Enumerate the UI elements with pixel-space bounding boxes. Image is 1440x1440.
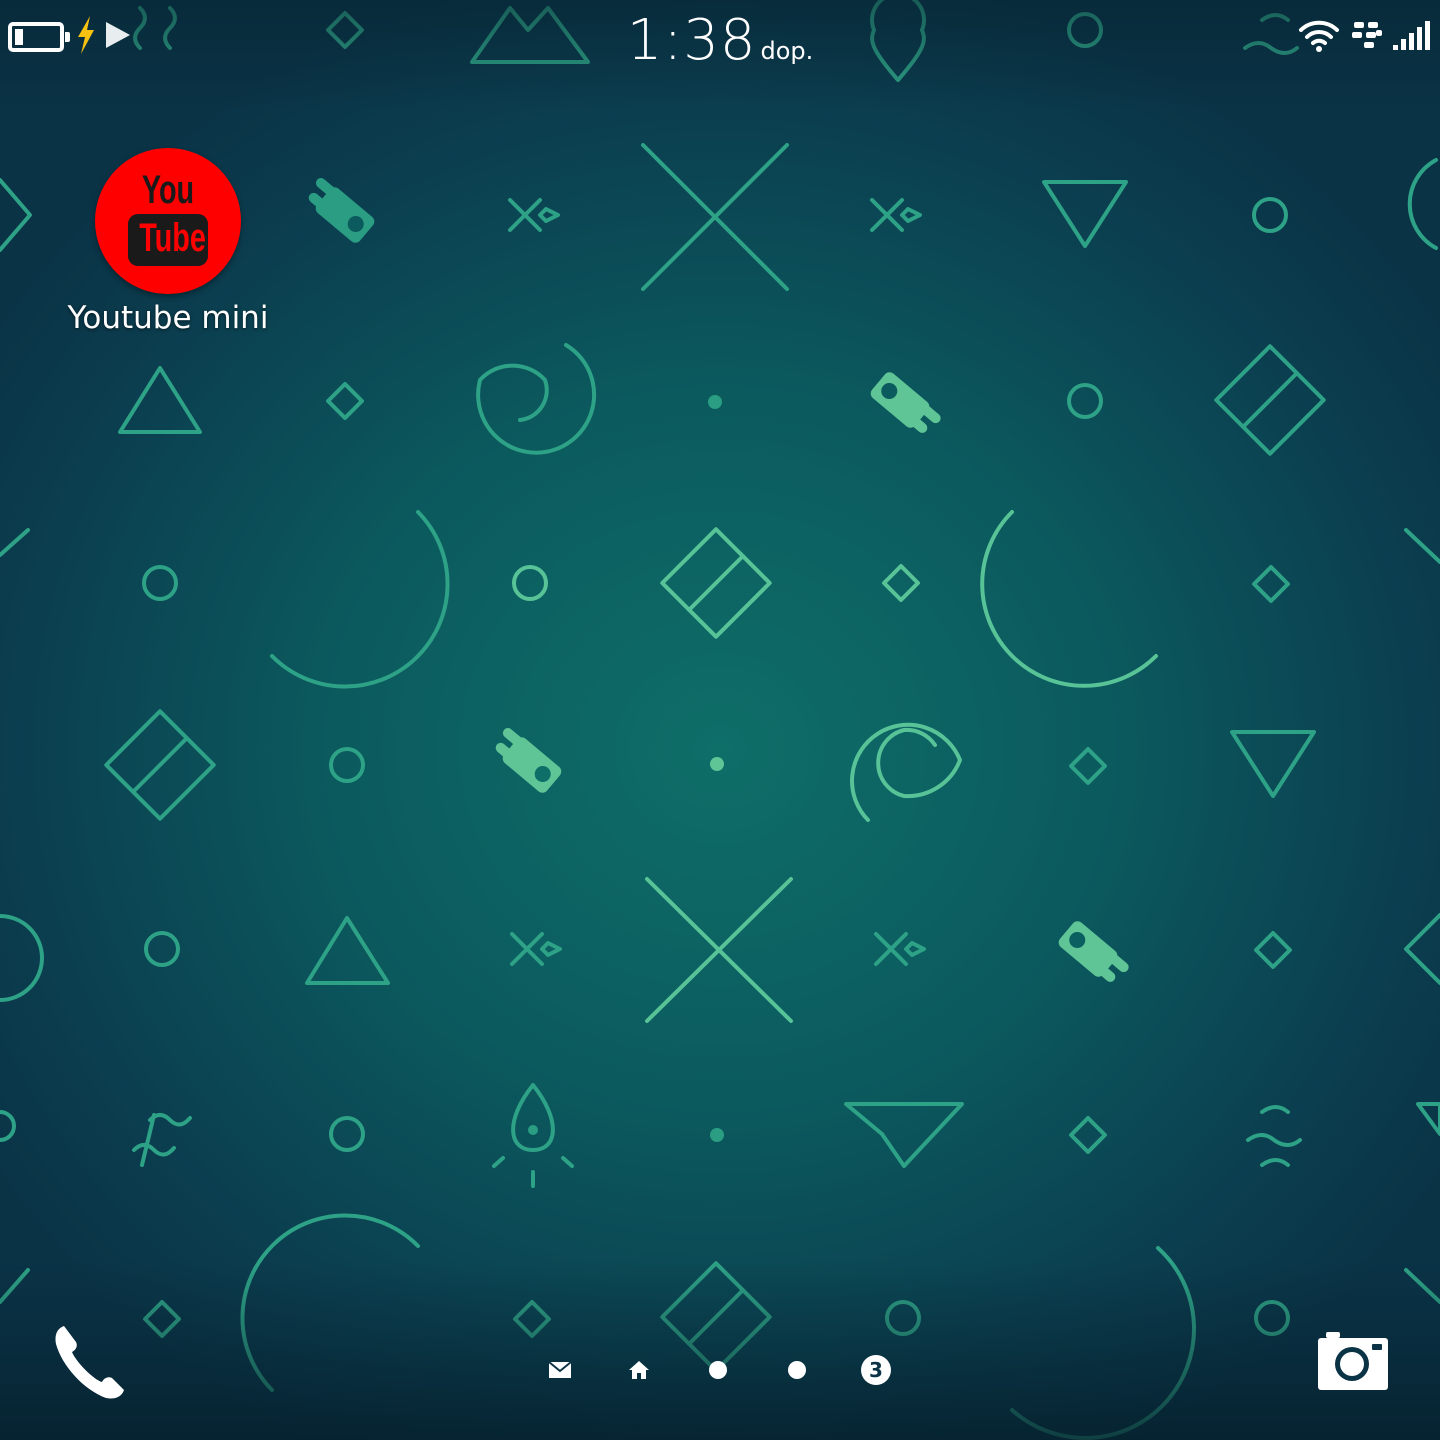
page-dot-2[interactable] xyxy=(777,1350,817,1390)
app-label: Youtube mini xyxy=(67,300,269,336)
page-indicator: 3 xyxy=(540,1350,900,1390)
youtube-icon-text-top: You xyxy=(141,168,195,212)
youtube-icon-tube-box: Tube xyxy=(128,214,208,266)
youtube-app-icon[interactable]: You Tube xyxy=(95,148,241,294)
camera-icon[interactable] xyxy=(1316,1332,1390,1392)
youtube-icon-text-bottom: Tube xyxy=(139,216,206,260)
status-bar: 1:38 dop. xyxy=(0,0,1440,80)
page-dot-1[interactable] xyxy=(698,1350,738,1390)
page-badge-count: 3 xyxy=(861,1355,891,1385)
status-clock: 1:38 dop. xyxy=(0,8,1440,73)
phone-icon[interactable] xyxy=(50,1322,130,1402)
clock-time: 1:38 xyxy=(626,8,757,73)
wifi-icon xyxy=(1299,20,1339,52)
hub-envelope-icon[interactable] xyxy=(540,1350,580,1390)
clock-ampm: dop. xyxy=(760,37,814,65)
page-badge[interactable]: 3 xyxy=(856,1350,896,1390)
cell-signal-icon xyxy=(1393,21,1430,50)
home-icon[interactable] xyxy=(619,1350,659,1390)
app-youtube-mini[interactable]: You Tube Youtube mini xyxy=(60,148,276,336)
blackberry-logo-icon xyxy=(1352,22,1382,48)
